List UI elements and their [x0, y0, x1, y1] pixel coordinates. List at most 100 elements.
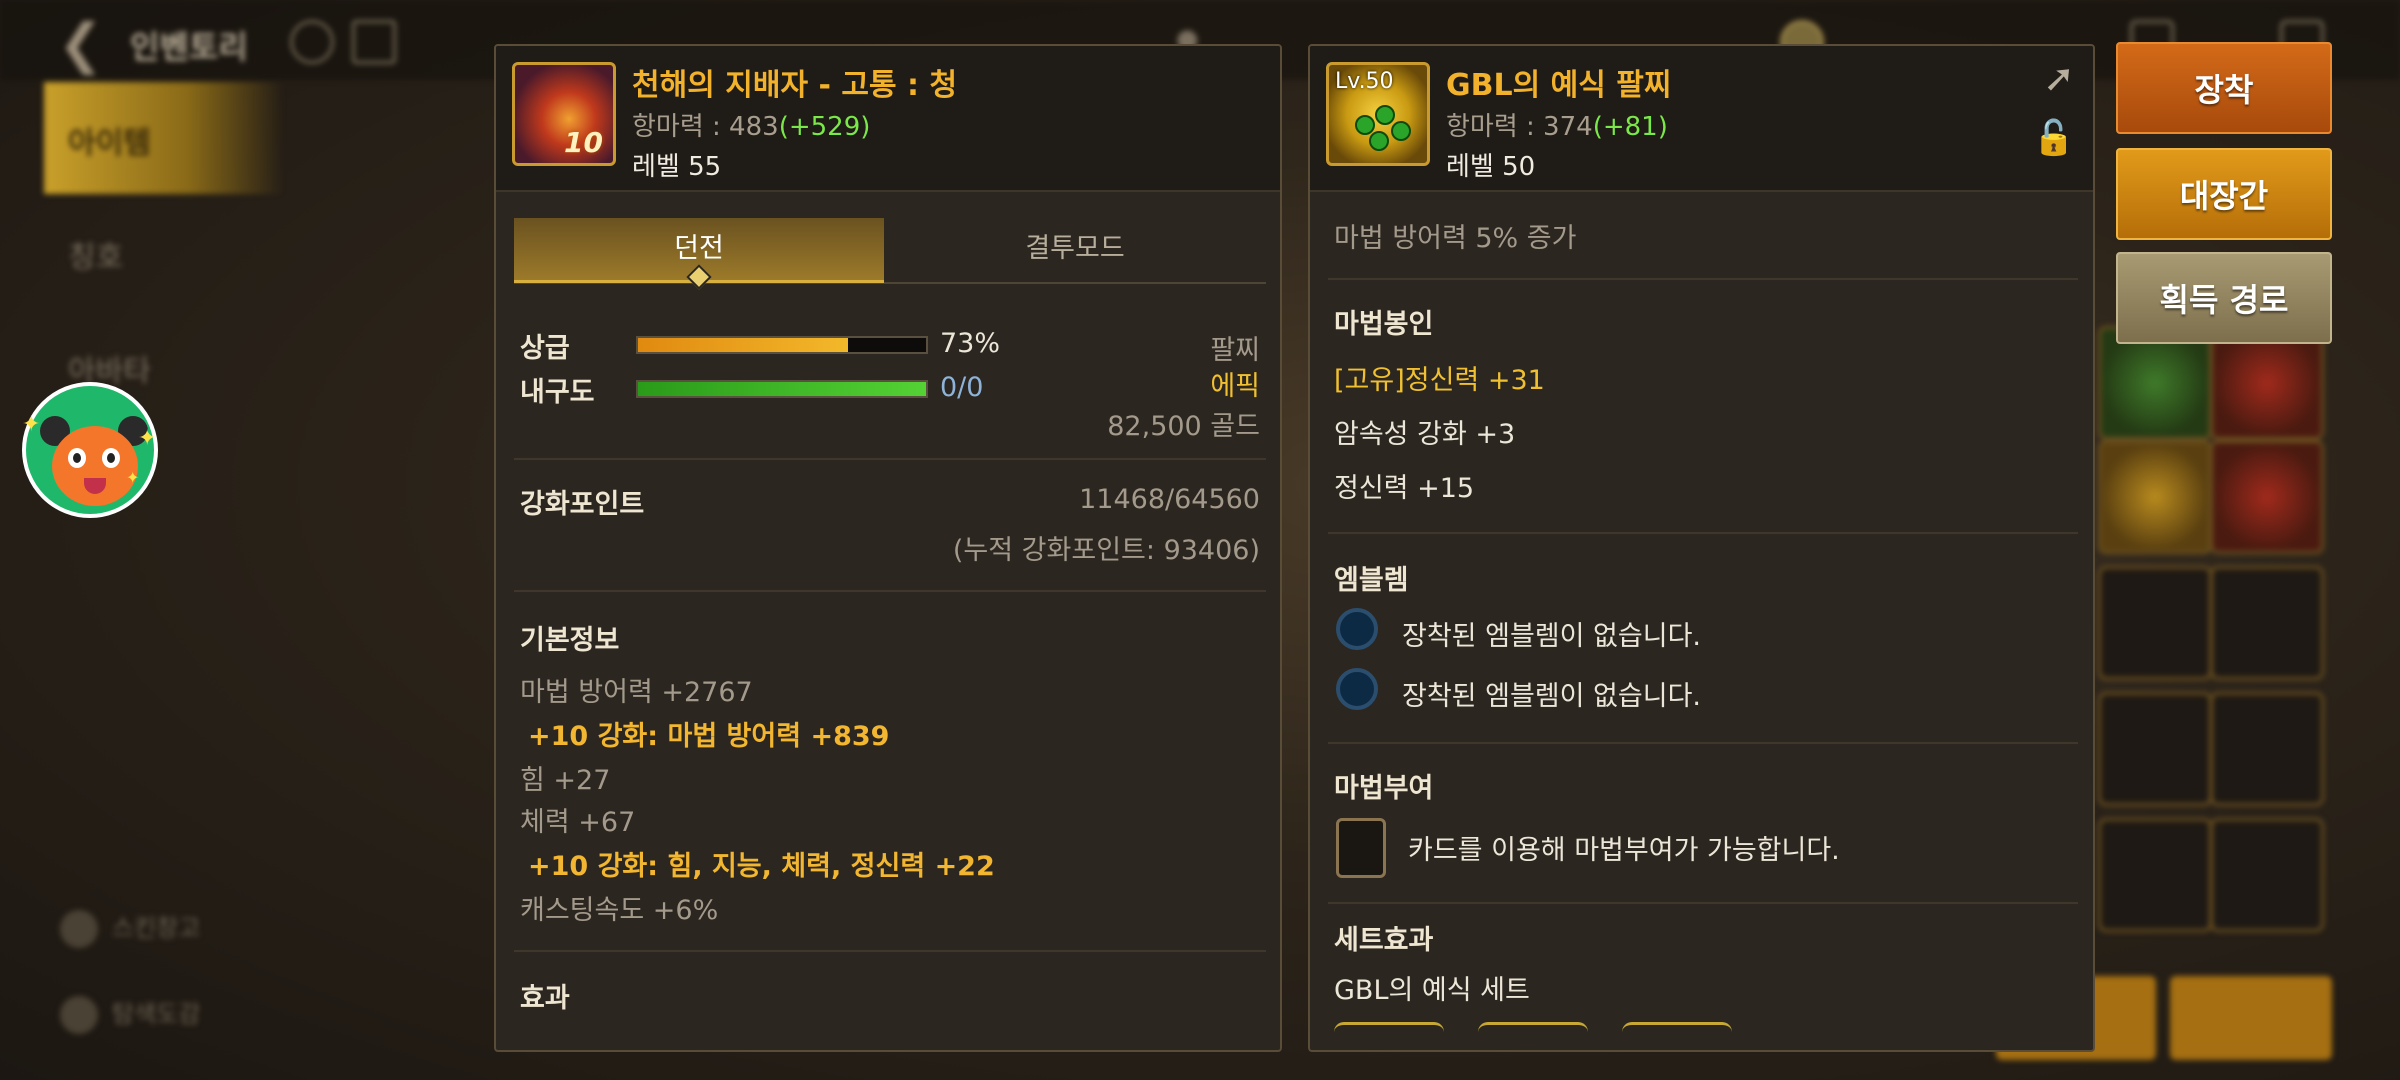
magic-seal-line: 정신력 +15 — [1334, 473, 1475, 504]
sidebar-item-title[interactable]: 칭호 — [68, 232, 123, 276]
inventory-slot[interactable] — [2210, 440, 2324, 554]
item-detail-panel-selected: Lv.50 GBL의 예식 팔찌 항마력 : 374(+81) 레벨 50 ➚ … — [1308, 44, 2095, 1052]
codex-icon — [60, 996, 98, 1034]
item-level: 레벨 50 — [1446, 152, 1536, 182]
skin-storage-icon — [60, 910, 98, 948]
grade-percent: 73% — [940, 328, 1001, 359]
inventory-slot[interactable] — [2098, 440, 2212, 554]
inventory-slot[interactable] — [2210, 692, 2324, 806]
item-description: 마법 방어력 5% 증가 — [1334, 223, 1577, 254]
set-effect-title: 세트효과 — [1334, 925, 1434, 956]
bg-action-button[interactable] — [2170, 976, 2332, 1060]
emblem-slot-icon[interactable] — [1336, 608, 1378, 650]
enhance-points-value: 11468/64560 — [1079, 484, 1260, 515]
emblem-slot-icon[interactable] — [1336, 668, 1378, 710]
equip-button[interactable]: 장착 — [2116, 42, 2332, 134]
rarity-label: 에픽 — [1210, 371, 1260, 402]
basic-info-line: +10 강화: 힘, 지능, 체력, 정신력 +22 — [528, 851, 995, 882]
item-icon-ring: Lv.50 — [1326, 62, 1430, 166]
inventory-slot[interactable] — [2098, 692, 2212, 806]
sell-price: 82,500 골드 — [1107, 411, 1260, 442]
item-name: GBL의 예식 팔찌 — [1446, 68, 1672, 103]
grade-bar-fill — [638, 338, 849, 352]
basic-info-line: 체력 +67 — [520, 807, 636, 838]
slot-type: 팔찌 — [1210, 335, 1260, 366]
sparkle-icon: ✦ — [138, 426, 157, 451]
inventory-title: 인벤토리 — [130, 28, 248, 66]
set-piece-tab[interactable] — [1478, 1022, 1588, 1050]
divider — [1328, 532, 2078, 534]
magic-seal-title: 마법봉인 — [1334, 309, 1434, 340]
item-header: 10 천해의 지배자 - 고통 : 청 항마력 : 483(+529) 레벨 5… — [496, 46, 1280, 192]
durability-label: 내구도 — [520, 377, 595, 408]
divider — [1328, 902, 2078, 904]
emblem-empty-text: 장착된 엠블렘이 없습니다. — [1402, 681, 1701, 712]
lock-icon[interactable]: 🔓 — [2033, 118, 2075, 158]
card-slot-icon[interactable] — [1336, 818, 1386, 878]
magic-seal-line: [고유]정신력 +31 — [1334, 365, 1545, 396]
icon-level: Lv.50 — [1335, 69, 1394, 94]
enhance-points-total: (누적 강화포인트: 93406) — [952, 535, 1260, 566]
magic-resist-label: 항마력 : 483 — [632, 112, 779, 142]
inventory-slot[interactable] — [2210, 566, 2324, 680]
effect-title: 효과 — [520, 983, 570, 1014]
item-icon-bracelet: 10 — [512, 62, 616, 166]
calendar-icon[interactable] — [352, 20, 396, 64]
magic-resist-bonus: (+529) — [778, 112, 871, 142]
enchant-text: 카드를 이용해 마법부여가 가능합니다. — [1408, 835, 1840, 866]
durability-value: 0/0 — [940, 372, 984, 403]
inventory-slot[interactable] — [2210, 818, 2324, 932]
basic-info-title: 기본정보 — [520, 625, 620, 656]
codex-label: 탐색도감 — [112, 1000, 201, 1028]
basic-info-line: 힘 +27 — [520, 765, 611, 796]
set-name: GBL의 예식 세트 — [1334, 975, 1530, 1006]
skin-storage-menu[interactable]: 스킨창고 — [60, 908, 200, 948]
enhance-points-label: 강화포인트 — [520, 489, 645, 520]
magic-resist-bonus: (+81) — [1592, 112, 1668, 142]
magic-resist-stat: 항마력 : 483(+529) — [632, 106, 870, 143]
set-piece-tab[interactable] — [1622, 1022, 1732, 1050]
magic-resist-stat: 항마력 : 374(+81) — [1446, 106, 1668, 143]
back-arrow-icon[interactable]: ❮ — [58, 12, 103, 75]
divider — [514, 590, 1266, 592]
set-piece-tab[interactable] — [1334, 1022, 1444, 1050]
share-icon[interactable]: ➚ — [2043, 56, 2075, 100]
sidebar-item-item[interactable]: 아이템 — [68, 118, 151, 162]
tab-pvp[interactable]: 결투모드 — [890, 218, 1260, 280]
item-level: 레벨 55 — [632, 152, 722, 182]
gem-icon — [1391, 121, 1411, 141]
acquire-route-button[interactable]: 획득 경로 — [2116, 252, 2332, 344]
divider — [514, 950, 1266, 952]
divider — [1328, 278, 2078, 280]
mascot-eye — [102, 448, 120, 468]
blacksmith-button[interactable]: 대장간 — [2116, 148, 2332, 240]
divider — [514, 458, 1266, 460]
basic-info-line: +10 강화: 마법 방어력 +839 — [528, 721, 890, 752]
help-icon[interactable] — [290, 20, 334, 64]
magic-resist-label: 항마력 : 374 — [1446, 112, 1593, 142]
durability-bar — [636, 380, 928, 398]
basic-info-line: 마법 방어력 +2767 — [520, 677, 753, 708]
skin-storage-label: 스킨창고 — [112, 914, 201, 942]
codex-menu[interactable]: 탐색도감 — [60, 994, 200, 1034]
mascot-avatar[interactable]: ✦ ✦ ✦ — [22, 382, 158, 518]
inventory-slot[interactable] — [2098, 566, 2212, 680]
magic-seal-line: 암속성 강화 +3 — [1334, 419, 1516, 450]
mode-tabs: 던전 결투모드 — [514, 218, 1266, 290]
sparkle-icon: ✦ — [22, 412, 41, 437]
emblem-title: 엠블렘 — [1334, 565, 1409, 596]
item-detail-panel-compare: 10 천해의 지배자 - 고통 : 청 항마력 : 483(+529) 레벨 5… — [494, 44, 1282, 1052]
inventory-slot[interactable] — [2098, 818, 2212, 932]
item-name: 천해의 지배자 - 고통 : 청 — [632, 68, 958, 103]
grade-label: 상급 — [520, 333, 570, 364]
enchant-title: 마법부여 — [1334, 773, 1434, 804]
grade-bar — [636, 336, 928, 354]
gem-icon — [1369, 131, 1389, 151]
gem-icon — [1375, 105, 1395, 125]
sparkle-icon: ✦ — [126, 468, 140, 487]
item-header: Lv.50 GBL의 예식 팔찌 항마력 : 374(+81) 레벨 50 ➚ … — [1310, 46, 2093, 192]
durability-bar-fill — [638, 382, 926, 396]
emblem-empty-text: 장착된 엠블렘이 없습니다. — [1402, 621, 1701, 652]
mascot-eye — [68, 448, 86, 468]
basic-info-line: 캐스팅속도 +6% — [520, 895, 719, 926]
